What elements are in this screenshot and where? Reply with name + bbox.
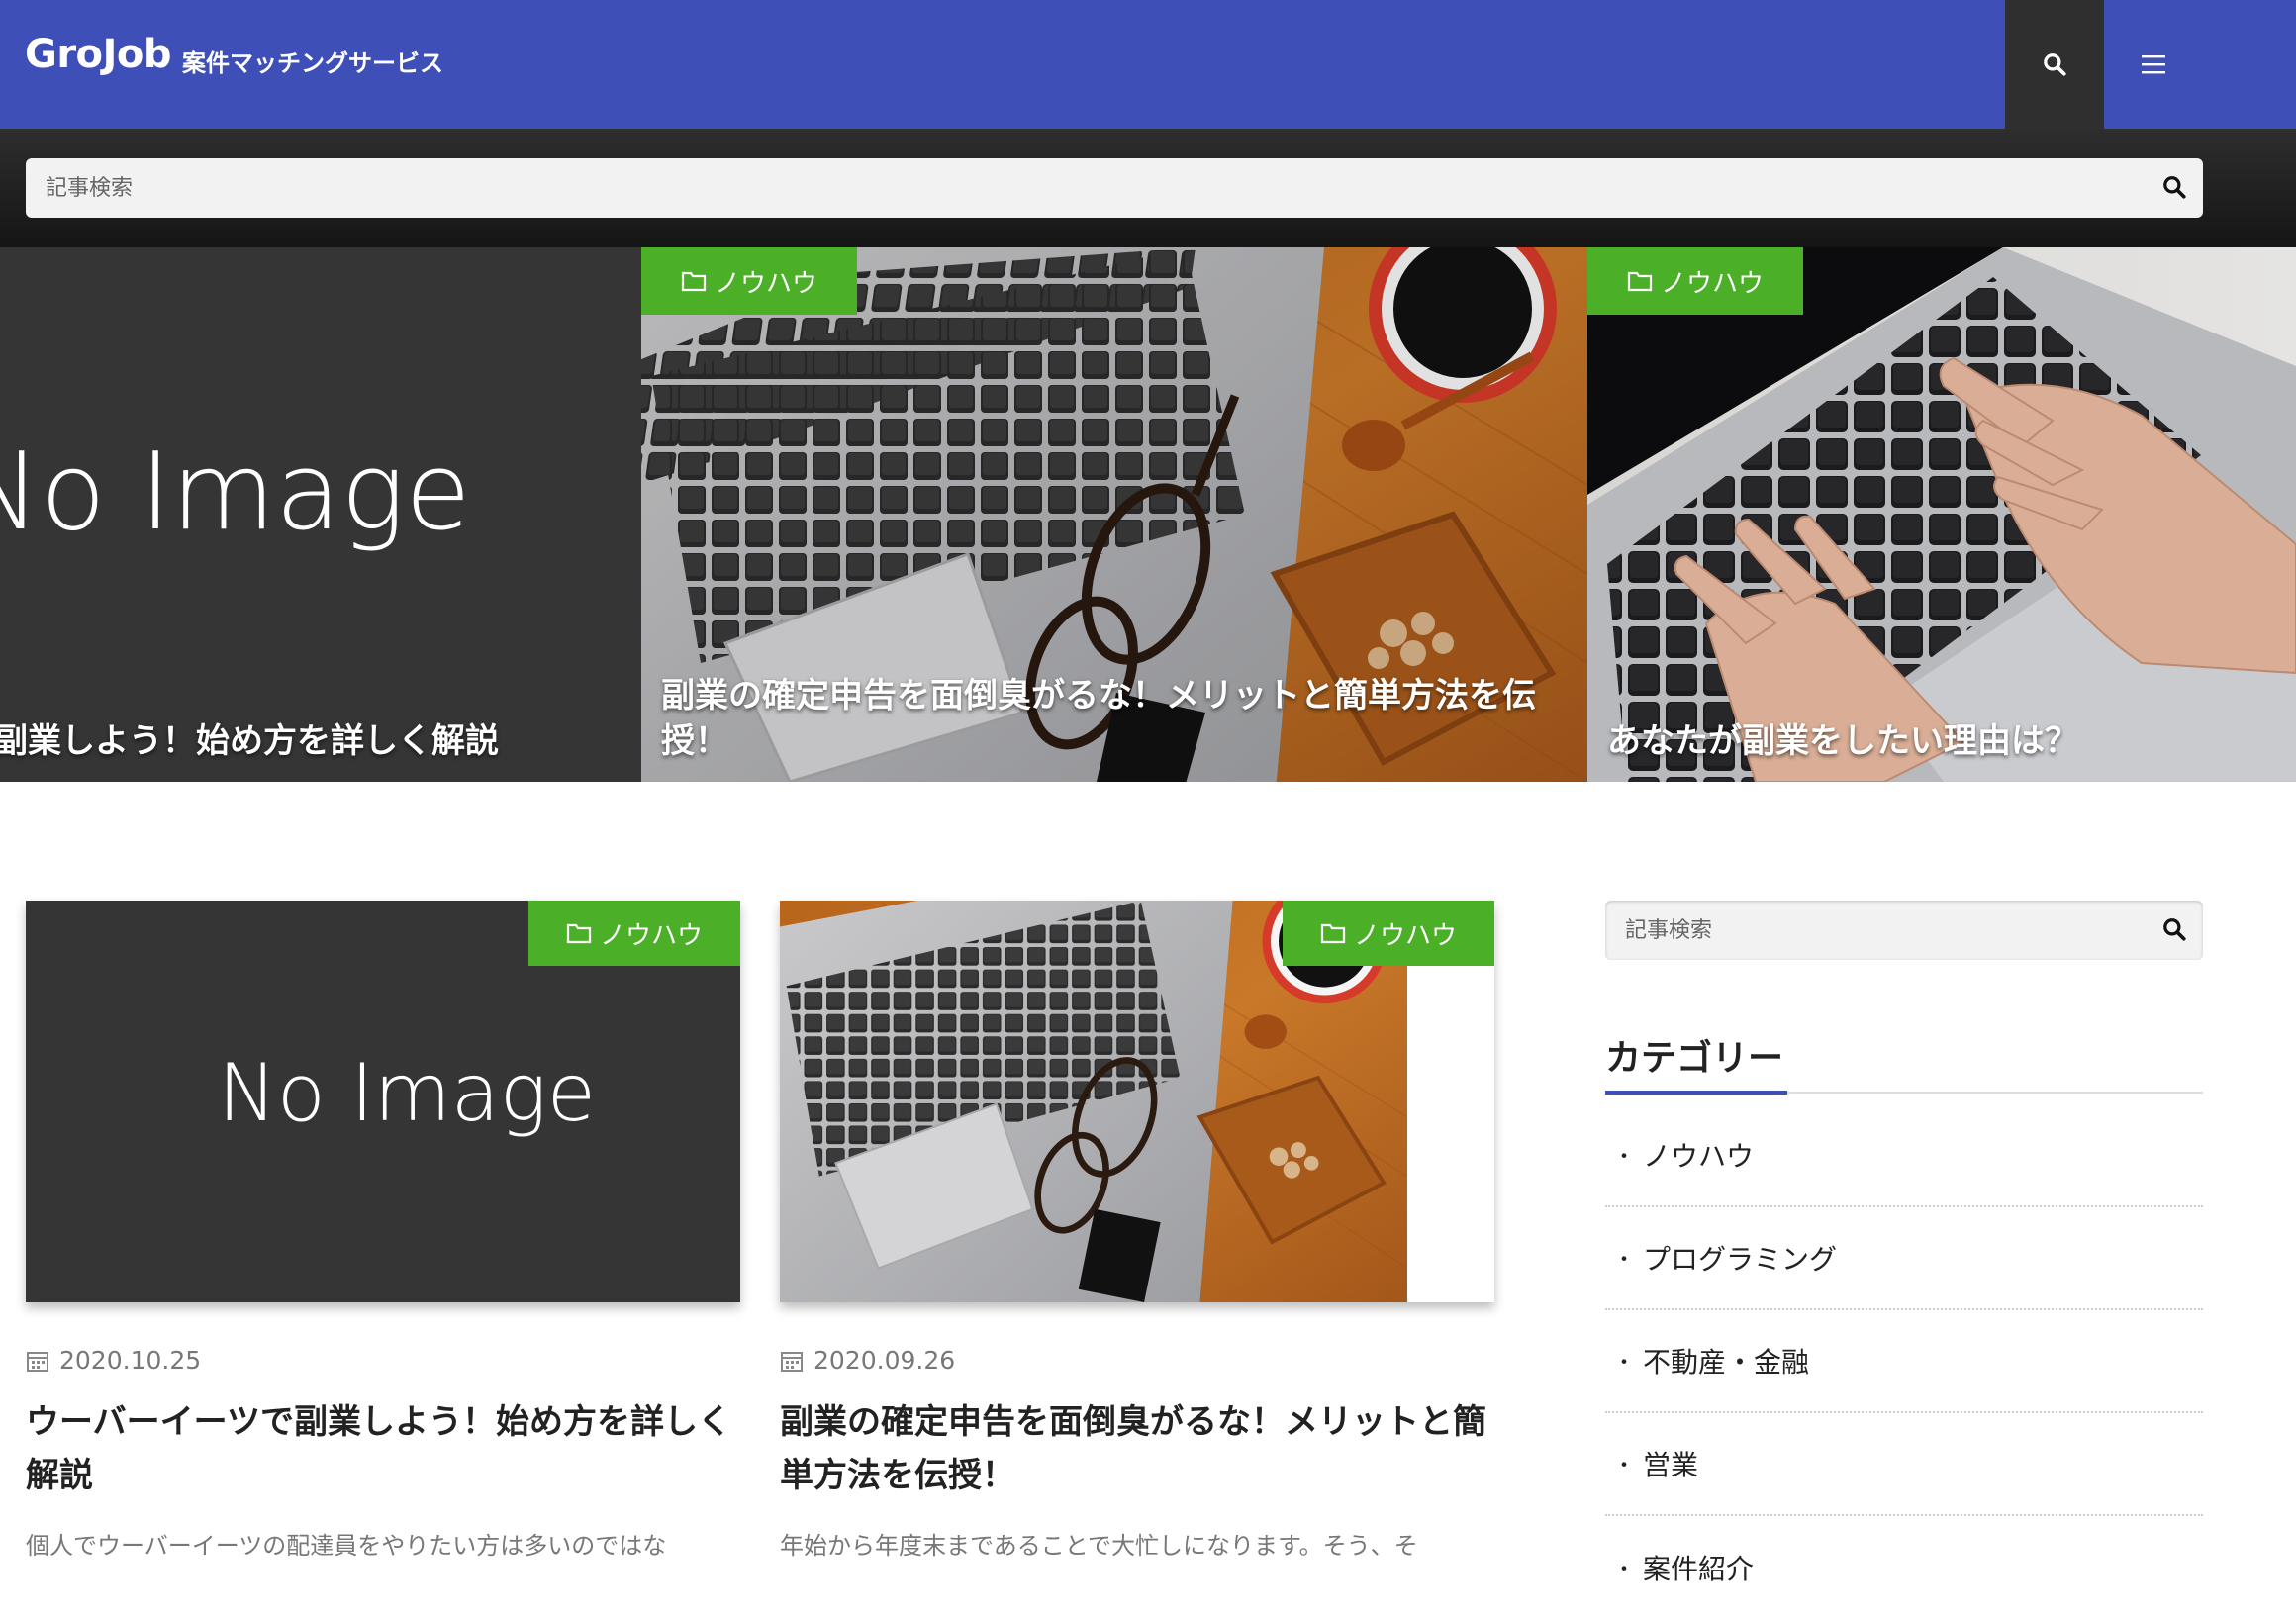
category-link[interactable]: ・ 営業 — [1605, 1413, 2203, 1516]
category-link[interactable]: ・ プログラミング — [1605, 1207, 2203, 1310]
slider-item[interactable]: ノウハウ あなたが副業をしたい理由は？ — [1587, 247, 2296, 782]
card-excerpt: 年始から年度末まであることで大忙しになります。そう、そ — [780, 1532, 1418, 1560]
category-badge-label: ノウハウ — [1353, 920, 1457, 951]
slider-item[interactable]: ノウハウ 副業の確定申告を面倒臭がるな！メリットと簡単方法を伝授！ — [641, 247, 1587, 782]
heading-accent-bar — [1605, 1091, 1787, 1095]
card-date: 2020.09.26 — [780, 1346, 955, 1375]
category-link-label: ノウハウ — [1643, 1140, 1755, 1173]
bullet-icon: ・ — [1613, 1351, 1636, 1376]
card-date-text: 2020.09.26 — [813, 1346, 956, 1375]
category-link-label: 営業 — [1643, 1449, 1699, 1481]
no-image-placeholder: No Image — [218, 1047, 596, 1139]
article-card[interactable]: ノウハウ 2020.09.26 副業の確定申告を面倒臭がるな！メリットと簡単方法… — [780, 901, 1494, 1560]
card-excerpt: 個人でウーバーイーツの配達員をやりたい方は多いのではな — [26, 1532, 667, 1560]
header-search-button[interactable] — [2005, 0, 2104, 129]
category-badge[interactable]: ノウハウ — [641, 247, 858, 315]
no-image-placeholder: No Image — [0, 430, 471, 554]
folder-icon — [566, 923, 592, 944]
search-icon[interactable] — [2161, 916, 2187, 942]
featured-slider: No Image 副業しよう！始め方を詳しく解説 ノウハウ 副業の確定申告を面倒… — [0, 247, 2296, 782]
card-date-text: 2020.10.25 — [59, 1346, 202, 1375]
sidebar-search-box — [1605, 901, 2203, 960]
article-card[interactable]: No Image ノウハウ 2020.10.25 ウーバーイーツで副業しよう！始… — [26, 901, 740, 1560]
category-link-label: プログラミング — [1643, 1243, 1838, 1276]
slider-item-title: 副業の確定申告を面倒臭がるな！メリットと簡単方法を伝授！ — [661, 676, 1536, 761]
header-menu-button[interactable] — [2104, 0, 2203, 129]
folder-icon — [1627, 271, 1653, 292]
site-tagline: 案件マッチングサービス — [182, 49, 443, 77]
category-badge-label: ノウハウ — [715, 268, 818, 299]
bullet-icon: ・ — [1613, 1454, 1636, 1478]
category-link[interactable]: ・ 不動産・金融 — [1605, 1310, 2203, 1413]
site-header: GroJob 案件マッチングサービス — [0, 0, 2296, 129]
card-thumbnail[interactable]: No Image ノウハウ — [26, 901, 740, 1302]
sidebar-search-input[interactable] — [1605, 901, 2203, 960]
category-widget-title: カテゴリー — [1605, 1038, 1784, 1079]
card-title[interactable]: 副業の確定申告を面倒臭がるな！メリットと簡単方法を伝授！ — [780, 1395, 1494, 1502]
top-search-input[interactable] — [26, 158, 2203, 218]
card-thumbnail[interactable]: ノウハウ — [780, 901, 1494, 1302]
search-bar-area — [0, 129, 2296, 247]
calendar-icon — [27, 1351, 48, 1372]
category-link-label: 案件紹介 — [1643, 1553, 1755, 1585]
card-title[interactable]: ウーバーイーツで副業しよう！始め方を詳しく解説 — [26, 1395, 740, 1502]
bullet-icon: ・ — [1613, 1248, 1636, 1273]
site-logo[interactable]: GroJob — [25, 32, 172, 77]
slider-item[interactable]: No Image 副業しよう！始め方を詳しく解説 — [0, 247, 641, 782]
category-badge-label: ノウハウ — [599, 920, 703, 951]
category-link[interactable]: ・ 案件紹介 — [1605, 1516, 2203, 1619]
category-badge[interactable]: ノウハウ — [1282, 901, 1494, 966]
bullet-icon: ・ — [1613, 1558, 1636, 1582]
folder-icon — [681, 271, 707, 292]
slider-item-title: 副業しよう！始め方を詳しく解説 — [0, 721, 499, 761]
typing-laptop-photo — [1587, 247, 2296, 782]
hamburger-menu-icon — [2142, 55, 2165, 74]
category-link[interactable]: ・ ノウハウ — [1605, 1104, 2203, 1207]
top-search-box — [26, 158, 2203, 218]
category-link-label: 不動産・金融 — [1643, 1346, 1810, 1379]
category-badge-label: ノウハウ — [1661, 268, 1765, 299]
slider-item-title: あなたが副業をしたい理由は？ — [1607, 721, 2078, 761]
search-icon — [2044, 53, 2066, 76]
category-badge[interactable]: ノウハウ — [527, 901, 740, 966]
folder-icon — [1320, 923, 1346, 944]
calendar-icon — [781, 1351, 803, 1372]
category-badge[interactable]: ノウハウ — [1587, 247, 1804, 315]
search-icon[interactable] — [2161, 174, 2187, 200]
card-date: 2020.10.25 — [26, 1346, 201, 1375]
bullet-icon: ・ — [1613, 1145, 1636, 1170]
